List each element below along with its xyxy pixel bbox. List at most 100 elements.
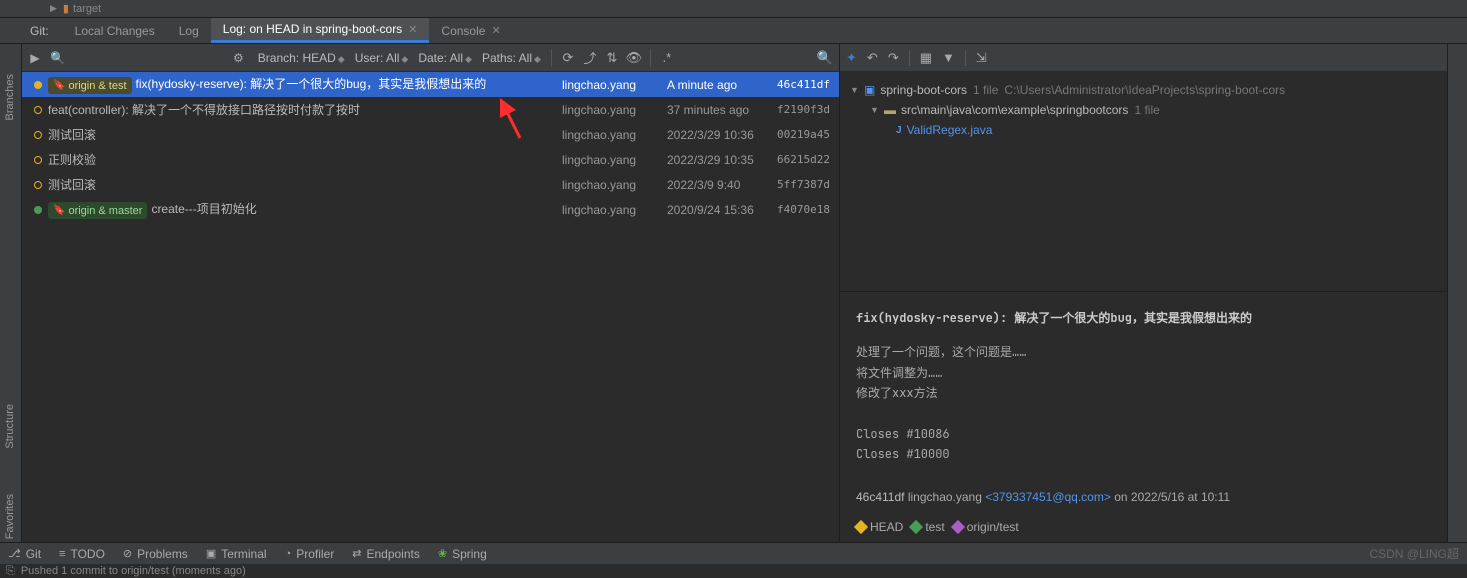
graph-dot-icon — [34, 181, 42, 189]
commit-author: lingchao.yang — [562, 103, 667, 117]
tab-log-head[interactable]: Log: on HEAD in spring-boot-cors✕ — [211, 18, 430, 43]
refresh-icon[interactable]: ⟳ — [558, 50, 578, 66]
search-right-icon[interactable]: 🔍 — [815, 50, 835, 66]
commit-hash: 00219a45 — [777, 128, 839, 141]
tool-endpoints[interactable]: ⇄Endpoints — [352, 547, 420, 561]
commit-row[interactable]: 正则校验 lingchao.yang2022/3/29 10:3566215d22 — [22, 147, 839, 172]
tool-git[interactable]: ⎇Git — [8, 547, 41, 561]
project-folder[interactable]: ▶ ▮ target — [0, 0, 109, 17]
watermark: CSDN @LING超 — [1369, 545, 1459, 562]
tool-terminal[interactable]: ▣Terminal — [206, 547, 267, 561]
commit-title: fix(hydosky-reserve): 解决了一个很大的bug，其实是我假想… — [856, 308, 1451, 328]
left-tool-rail: Branches Structure Favorites — [0, 44, 22, 542]
folder-label: target — [73, 3, 101, 15]
commit-message: feat(controller): 解决了一个不得放接口路径按时付款了按时 — [48, 103, 360, 117]
commit-body: 处理了一个问题，这个问题是…… 将文件调整为…… 修改了xxx方法 Closes… — [856, 342, 1451, 464]
ref-head[interactable]: HEAD — [856, 517, 903, 537]
rail-favorites[interactable]: Favorites — [4, 494, 16, 539]
undo-icon[interactable]: ↶ — [867, 50, 878, 66]
commit-hash: 46c411df — [777, 78, 839, 91]
commit-refs: HEAD test origin/test — [856, 517, 1451, 537]
graph-dot-icon — [34, 131, 42, 139]
chevron-right-icon: ▶ — [50, 3, 57, 14]
close-icon[interactable]: ✕ — [491, 24, 500, 37]
commit-hash: f4070e18 — [777, 203, 839, 216]
status-icon: ⎘ — [6, 565, 15, 578]
project-tree-strip: ▶ ▮ target — [0, 0, 1467, 18]
branch-tag[interactable]: 🔖origin & master — [48, 202, 147, 219]
commit-row[interactable]: feat(controller): 解决了一个不得放接口路径按时付款了按时 lin… — [22, 97, 839, 122]
close-icon[interactable]: ✕ — [408, 23, 417, 36]
commit-date: 2022/3/29 10:35 — [667, 153, 777, 167]
filter-branch[interactable]: Branch: HEAD◆ — [254, 51, 349, 65]
chevron-down-icon[interactable]: ▼ — [870, 105, 884, 115]
filter-paths[interactable]: Paths: All◆ — [478, 51, 545, 65]
sort-icon[interactable]: ⇅ — [602, 50, 622, 66]
filter-user[interactable]: User: All◆ — [351, 51, 413, 65]
commit-details-pane: ✦ ↶ ↷ ▦ ▼ ⇲ ▼ ▣ spring-boot-cors 1 file … — [839, 44, 1467, 542]
redo-icon[interactable]: ↷ — [888, 50, 899, 66]
graph-dot-icon — [34, 106, 42, 114]
tab-local-changes[interactable]: Local Changes — [63, 18, 167, 43]
commit-author: lingchao.yang — [562, 153, 667, 167]
commit-author: lingchao.yang — [562, 178, 667, 192]
right-tool-rail — [1447, 44, 1467, 542]
gear-icon[interactable]: ⚙ — [233, 51, 244, 65]
commit-row[interactable]: 测试回滚lingchao.yang2022/3/9 9:405ff7387d — [22, 172, 839, 197]
tree-file[interactable]: J ValidRegex.java — [850, 120, 1457, 140]
filter-icon[interactable]: ▼ — [942, 50, 955, 65]
grid-icon[interactable]: ▦ — [920, 50, 932, 66]
commit-message: 正则校验 — [48, 153, 96, 167]
tree-package[interactable]: ▼ ▬ src\main\java\com\example\springboot… — [850, 100, 1457, 120]
rail-branches[interactable]: Branches — [4, 74, 16, 120]
ref-test[interactable]: test — [911, 517, 944, 537]
regex-icon[interactable]: .* — [657, 50, 677, 65]
graph-dot-icon — [34, 81, 42, 89]
tab-console[interactable]: Console✕ — [429, 18, 512, 43]
eye-icon[interactable]: 👁 — [624, 50, 644, 66]
graph-dot-icon — [34, 156, 42, 164]
commit-author: lingchao.yang — [562, 128, 667, 142]
commit-date: 37 minutes ago — [667, 103, 777, 117]
cherrypick-icon[interactable]: ⤴ — [580, 48, 600, 67]
folder-icon: ▮ — [63, 2, 69, 15]
author-email-link[interactable]: <379337451@qq.com> — [985, 490, 1111, 504]
commit-list[interactable]: 🔖origin & testfix(hydosky-reserve): 解决了一… — [22, 72, 839, 542]
search-icon: 🔍 — [50, 51, 66, 65]
status-message: Pushed 1 commit to origin/test (moments … — [21, 565, 246, 577]
expand-icon[interactable]: ▶ — [26, 51, 44, 65]
expand-all-icon[interactable]: ⇲ — [976, 50, 987, 66]
tool-todo[interactable]: ≡TODO — [59, 547, 105, 561]
tool-problems[interactable]: ⊘Problems — [123, 547, 188, 561]
commit-author: lingchao.yang — [562, 78, 667, 92]
commit-message: create---项目初始化 — [151, 202, 256, 216]
branch-tag[interactable]: 🔖origin & test — [48, 77, 132, 94]
tab-log[interactable]: Log — [167, 18, 211, 43]
graph-dot-icon — [34, 206, 42, 214]
changed-files-tree[interactable]: ▼ ▣ spring-boot-cors 1 file C:\Users\Adm… — [840, 72, 1467, 292]
vcs-tabs-bar: Git: Local Changes Log Log: on HEAD in s… — [0, 18, 1467, 44]
rail-structure[interactable]: Structure — [4, 404, 16, 449]
vcs-log-pane: ▶ 🔍 ⚙ Branch: HEAD◆ User: All◆ Date: All… — [22, 44, 839, 542]
git-label: Git: — [0, 24, 63, 38]
tool-spring[interactable]: ❀Spring — [438, 547, 487, 561]
commit-hash: 66215d22 — [777, 153, 839, 166]
tool-profiler[interactable]: ◔Profiler — [285, 547, 335, 561]
filter-date[interactable]: Date: All◆ — [414, 51, 476, 65]
commit-row[interactable]: 🔖origin & mastercreate---项目初始化lingchao.y… — [22, 197, 839, 222]
tree-root[interactable]: ▼ ▣ spring-boot-cors 1 file C:\Users\Adm… — [850, 80, 1457, 100]
java-file-icon: J — [896, 125, 902, 136]
pin-icon[interactable]: ✦ — [846, 50, 857, 66]
module-icon: ▣ — [864, 83, 875, 97]
commit-row[interactable]: 测试回滚lingchao.yang2022/3/29 10:3600219a45 — [22, 122, 839, 147]
bottom-tool-bar: ⎇Git ≡TODO ⊘Problems ▣Terminal ◔Profiler… — [0, 542, 1467, 564]
details-toolbar: ✦ ↶ ↷ ▦ ▼ ⇲ — [840, 44, 1467, 72]
folder-icon: ▬ — [884, 103, 896, 117]
log-search-input[interactable] — [72, 51, 227, 65]
commit-date: 2020/9/24 15:36 — [667, 203, 777, 217]
chevron-down-icon[interactable]: ▼ — [850, 85, 864, 95]
commit-message: 测试回滚 — [48, 178, 96, 192]
commit-meta: 46c411df lingchao.yang <379337451@qq.com… — [856, 487, 1451, 507]
commit-row[interactable]: 🔖origin & testfix(hydosky-reserve): 解决了一… — [22, 72, 839, 97]
ref-origin-test[interactable]: origin/test — [953, 517, 1019, 537]
